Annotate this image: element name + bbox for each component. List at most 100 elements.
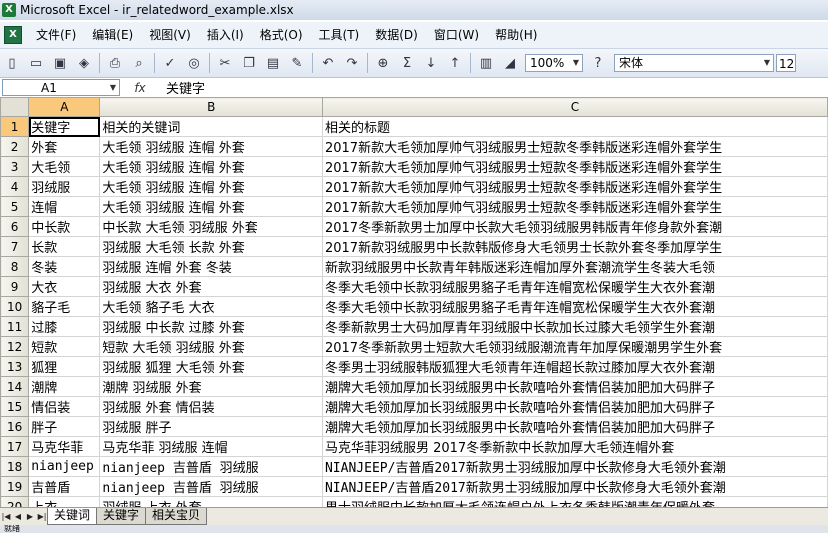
menu-window[interactable]: 窗口(W): [426, 23, 487, 47]
cell-c[interactable]: 潮牌大毛领加厚加长羽绒服男中长款嘻哈外套情侣装加肥加大码胖子: [321, 416, 828, 437]
column-header-b[interactable]: B: [99, 97, 323, 117]
row-header[interactable]: 9: [0, 276, 30, 297]
cell-b[interactable]: nianjeep 吉普盾 羽绒服: [99, 456, 323, 477]
undo-icon[interactable]: ↶: [317, 52, 339, 74]
row-header[interactable]: 8: [0, 256, 30, 277]
sort-ascending-icon[interactable]: ↓: [420, 52, 442, 74]
cell-a[interactable]: 中长款: [28, 216, 101, 237]
cell-b[interactable]: 大毛领 羽绒服 连帽 外套: [99, 156, 323, 177]
cell-b[interactable]: nianjeep 吉普盾 羽绒服: [99, 476, 323, 497]
cell-c[interactable]: 2017新款大毛领加厚帅气羽绒服男士短款冬季韩版迷彩连帽外套学生: [321, 156, 828, 177]
workbook-icon[interactable]: X: [4, 26, 22, 44]
cell-c[interactable]: 冬季大毛领中长款羽绒服男貉子毛青年连帽宽松保暖学生大衣外套潮: [321, 296, 828, 317]
cell-a[interactable]: 上衣: [28, 496, 101, 507]
row-header[interactable]: 4: [0, 176, 30, 197]
cell-c[interactable]: 潮牌大毛领加厚加长羽绒服男中长款嘻哈外套情侣装加肥加大码胖子: [321, 396, 828, 417]
cell-a[interactable]: 长款: [28, 236, 101, 257]
row-header[interactable]: 17: [0, 436, 30, 457]
select-all-corner[interactable]: [0, 97, 30, 117]
cell-b[interactable]: 大毛领 羽绒服 连帽 外套: [99, 136, 323, 157]
cell-a[interactable]: 貉子毛: [28, 296, 101, 317]
cut-icon[interactable]: ✂: [214, 52, 236, 74]
research-icon[interactable]: ◎: [183, 52, 205, 74]
spelling-icon[interactable]: ✓: [159, 52, 181, 74]
format-painter-icon[interactable]: ✎: [286, 52, 308, 74]
chart-wizard-icon[interactable]: ▥: [475, 52, 497, 74]
column-header-a[interactable]: A: [28, 97, 101, 117]
sheet-tab-keyword[interactable]: 关键字: [96, 508, 147, 525]
cell-c[interactable]: 2017冬季新款男士短款大毛领羽绒服潮流青年加厚保暖潮男学生外套: [321, 336, 828, 357]
cell-b[interactable]: 羽绒服 大衣 外套: [99, 276, 323, 297]
cell-c[interactable]: 2017新款羽绒服男中长款韩版修身大毛领男士长款外套冬季加厚学生: [321, 236, 828, 257]
cell-b[interactable]: 大毛领 貉子毛 大衣: [99, 296, 323, 317]
cell-c[interactable]: 冬季新款男士大码加厚青年羽绒服中长款加长过膝大毛领学生外套潮: [321, 316, 828, 337]
cell-b[interactable]: 羽绒服 上衣 外套: [99, 496, 323, 507]
menu-data[interactable]: 数据(D): [367, 23, 426, 47]
cell-b[interactable]: 相关的关键词: [99, 116, 323, 137]
cell-b[interactable]: 羽绒服 外套 情侣装: [99, 396, 323, 417]
cell-c[interactable]: 2017新款大毛领加厚帅气羽绒服男士短款冬季韩版迷彩连帽外套学生: [321, 136, 828, 157]
cell-c[interactable]: NIANJEEP/吉普盾2017新款男士羽绒服加厚中长款修身大毛领外套潮: [321, 456, 828, 477]
cell-a[interactable]: 胖子: [28, 416, 101, 437]
cell-b[interactable]: 羽绒服 狐狸 大毛领 外套: [99, 356, 323, 377]
cell-a[interactable]: 狐狸: [28, 356, 101, 377]
cell-b[interactable]: 羽绒服 胖子: [99, 416, 323, 437]
menu-file[interactable]: 文件(F): [28, 23, 84, 47]
cell-a[interactable]: 连帽: [28, 196, 101, 217]
prev-sheet-icon[interactable]: ◀: [12, 509, 24, 525]
row-header[interactable]: 18: [0, 456, 30, 477]
cell-a[interactable]: 短款: [28, 336, 101, 357]
row-header[interactable]: 12: [0, 336, 30, 357]
paste-icon[interactable]: ▤: [262, 52, 284, 74]
cell-c[interactable]: 男士羽绒服中长款加厚大毛领连帽户外上衣冬季韩版潮青年保暖外套: [321, 496, 828, 507]
row-header[interactable]: 6: [0, 216, 30, 237]
cell-c[interactable]: 新款羽绒服男中长款青年韩版迷彩连帽加厚外套潮流学生冬装大毛领: [321, 256, 828, 277]
cell-b[interactable]: 羽绒服 连帽 外套 冬装: [99, 256, 323, 277]
font-size-select[interactable]: 12: [776, 54, 796, 72]
sort-descending-icon[interactable]: ↑: [444, 52, 466, 74]
cell-a[interactable]: nianjeep: [28, 456, 101, 477]
next-sheet-icon[interactable]: ▶: [24, 509, 36, 525]
cell-b[interactable]: 羽绒服 中长款 过膝 外套: [99, 316, 323, 337]
cell-c[interactable]: 2017新款大毛领加厚帅气羽绒服男士短款冬季韩版迷彩连帽外套学生: [321, 176, 828, 197]
row-header[interactable]: 10: [0, 296, 30, 317]
cell-b[interactable]: 大毛领 羽绒服 连帽 外套: [99, 176, 323, 197]
copy-icon[interactable]: ❐: [238, 52, 260, 74]
cell-b[interactable]: 潮牌 羽绒服 外套: [99, 376, 323, 397]
cell-a[interactable]: 羽绒服: [28, 176, 101, 197]
redo-icon[interactable]: ↷: [341, 52, 363, 74]
function-icon[interactable]: fx: [120, 81, 160, 95]
cell-b[interactable]: 短款 大毛领 羽绒服 外套: [99, 336, 323, 357]
print-icon[interactable]: ⎙: [104, 52, 126, 74]
font-select[interactable]: 宋体 ▼: [614, 54, 774, 72]
menu-insert[interactable]: 插入(I): [199, 23, 252, 47]
cell-a[interactable]: 冬装: [28, 256, 101, 277]
row-header[interactable]: 13: [0, 356, 30, 377]
hyperlink-icon[interactable]: ⊕: [372, 52, 394, 74]
zoom-select[interactable]: 100% ▼: [525, 54, 583, 72]
menu-tools[interactable]: 工具(T): [311, 23, 368, 47]
sheet-tab-related-items[interactable]: 相关宝贝: [145, 508, 208, 525]
first-sheet-icon[interactable]: |◀: [0, 509, 12, 525]
menu-help[interactable]: 帮助(H): [487, 23, 545, 47]
cell-a[interactable]: 过膝: [28, 316, 101, 337]
row-header[interactable]: 2: [0, 136, 30, 157]
cell-c[interactable]: 2017新款大毛领加厚帅气羽绒服男士短款冬季韩版迷彩连帽外套学生: [321, 196, 828, 217]
permission-icon[interactable]: ◈: [73, 52, 95, 74]
column-header-c[interactable]: C: [321, 97, 828, 117]
cell-c[interactable]: 冬季男士羽绒服韩版狐狸大毛领青年连帽超长款过膝加厚大衣外套潮: [321, 356, 828, 377]
row-header[interactable]: 1: [0, 116, 30, 137]
cell-a[interactable]: 吉普盾: [28, 476, 101, 497]
save-icon[interactable]: ▣: [49, 52, 71, 74]
help-icon[interactable]: ?: [587, 52, 609, 74]
cell-c[interactable]: 马克华菲羽绒服男 2017冬季新款中长款加厚大毛领连帽外套: [321, 436, 828, 457]
cell-c[interactable]: 冬季大毛领中长款羽绒服男貉子毛青年连帽宽松保暖学生大衣外套潮: [321, 276, 828, 297]
row-header[interactable]: 19: [0, 476, 30, 497]
row-header[interactable]: 7: [0, 236, 30, 257]
row-header[interactable]: 20: [0, 496, 30, 507]
row-header[interactable]: 5: [0, 196, 30, 217]
cell-b[interactable]: 中长款 大毛领 羽绒服 外套: [99, 216, 323, 237]
cell-a[interactable]: 外套: [28, 136, 101, 157]
cell-b[interactable]: 马克华菲 羽绒服 连帽: [99, 436, 323, 457]
row-header[interactable]: 14: [0, 376, 30, 397]
